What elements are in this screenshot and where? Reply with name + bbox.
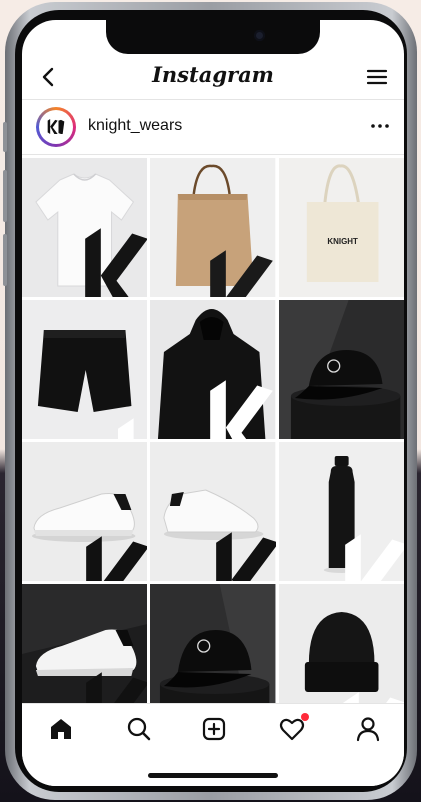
nav-search[interactable] [122,712,156,746]
water-bottle-image [278,442,404,581]
notification-dot [301,713,309,721]
mute-switch [3,122,7,152]
nav-add-post[interactable] [197,712,231,746]
post-cap[interactable] [278,300,404,439]
front-camera-icon [254,30,265,41]
bottom-nav-bar [22,703,404,786]
tshirt-image [22,158,148,297]
svg-text:KNIGHT: KNIGHT [327,237,358,246]
cap-image [278,300,404,439]
profile-icon [356,717,380,742]
volume-down-button [3,234,7,286]
paper-bag-image [150,158,276,297]
sneaker-image [22,442,148,581]
nav-home[interactable] [44,712,78,746]
more-options-icon[interactable] [370,117,390,135]
profile-divider [22,154,404,155]
tote-bag-image: KNIGHT [278,158,404,297]
nav-divider [22,703,404,704]
phone-screen: Instagram knight_wears KNIGHT [22,20,404,786]
post-sneaker[interactable] [22,442,148,581]
home-icon [51,719,71,739]
volume-up-button [3,170,7,222]
profile-row: knight_wears [22,100,404,152]
post-sneaker[interactable] [150,442,276,581]
home-indicator[interactable] [148,773,278,778]
hoodie-image [150,300,276,439]
search-icon [127,717,151,741]
avatar[interactable] [36,107,76,147]
post-grid: KNIGHT [22,158,404,723]
hamburger-menu-icon[interactable] [364,64,390,90]
post-tshirt[interactable] [22,158,148,297]
shorts-image [22,300,148,439]
phone-notch [106,20,320,54]
app-title: Instagram [152,62,274,87]
nav-profile[interactable] [351,712,385,746]
post-tote-bag[interactable]: KNIGHT [278,158,404,297]
post-water-bottle[interactable] [278,442,404,581]
post-paper-bag[interactable] [150,158,276,297]
app-header: Instagram [22,60,404,96]
profile-username[interactable]: knight_wears [88,117,182,135]
sneaker-image [150,442,276,581]
post-shorts[interactable] [22,300,148,439]
brand-logo-icon [46,118,66,135]
post-hoodie[interactable] [150,300,276,439]
add-post-icon [202,717,226,741]
